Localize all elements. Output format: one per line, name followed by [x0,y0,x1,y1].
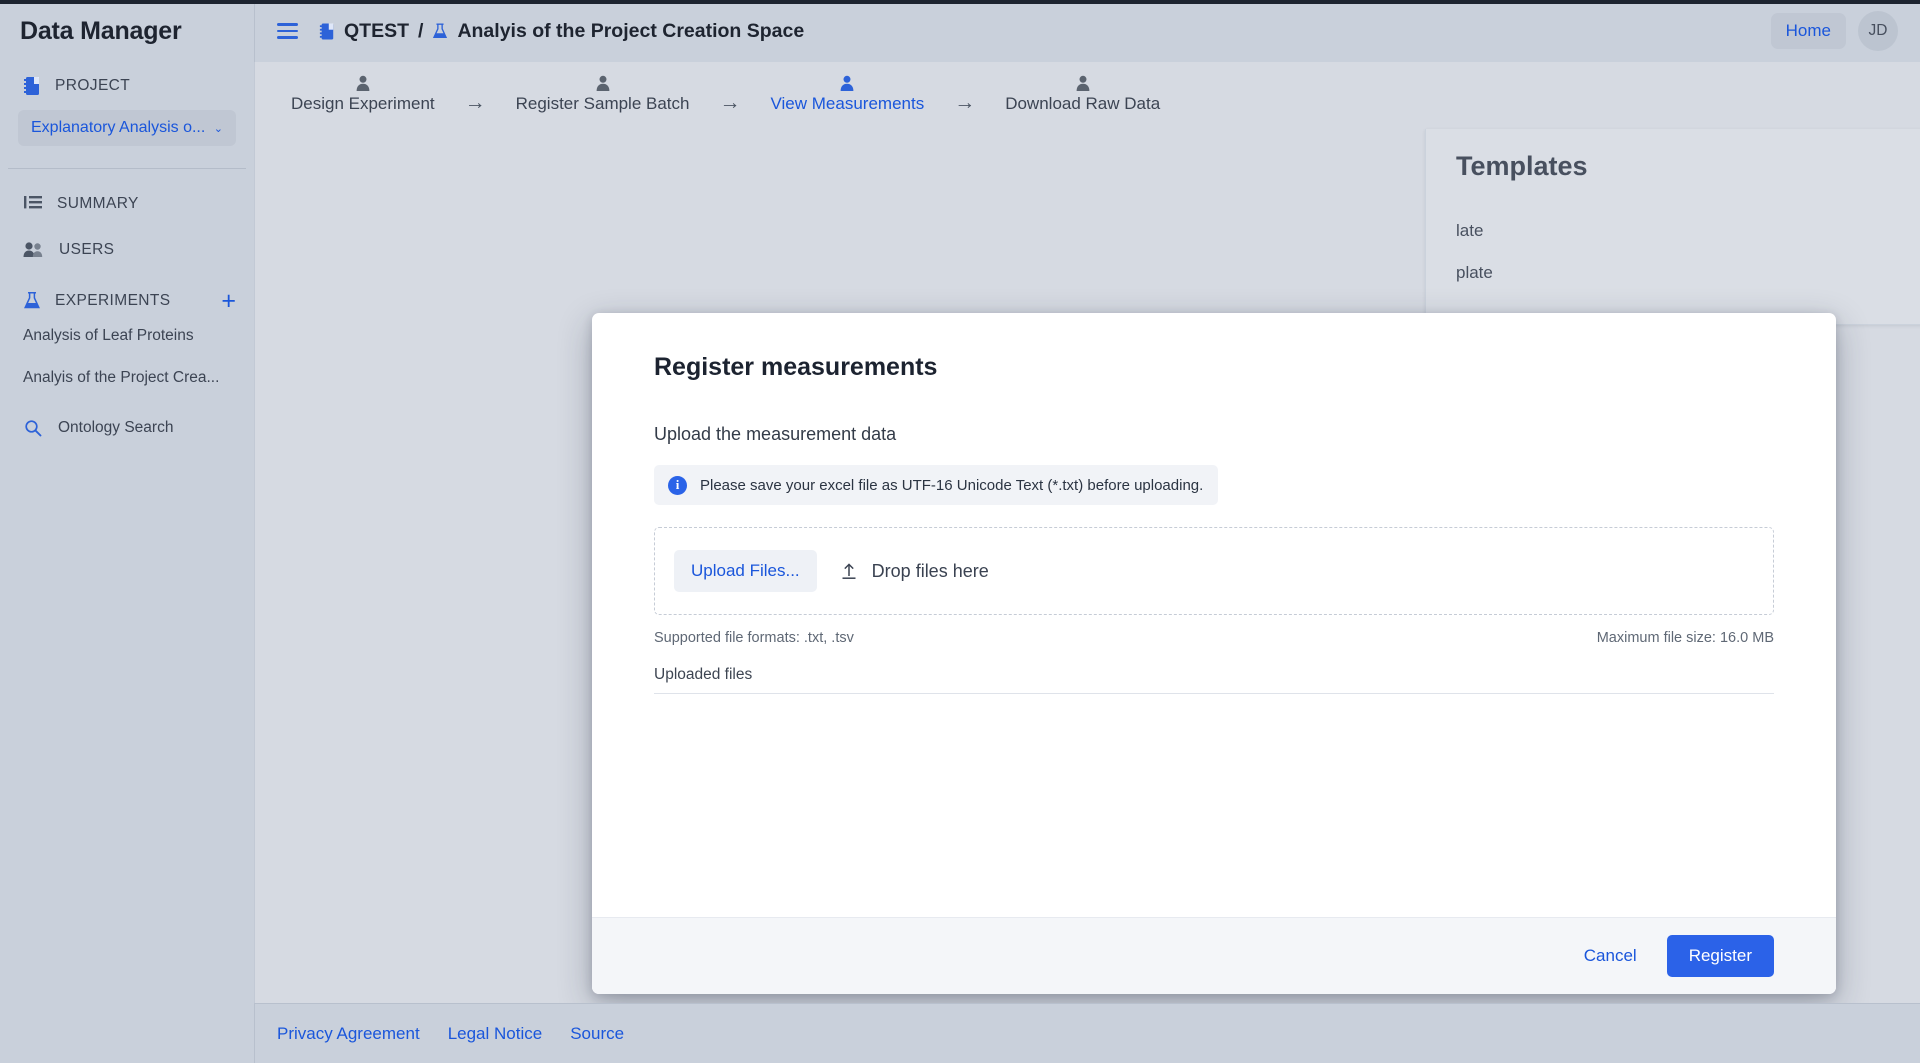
breadcrumb-project[interactable]: QTEST [344,20,409,43]
sidebar-item-summary-label: SUMMARY [57,195,139,213]
sidebar-divider [8,168,246,169]
dialog-subtitle: Upload the measurement data [654,424,1774,445]
person-icon [355,75,371,92]
step-view-measurements[interactable]: View Measurements [759,75,937,114]
home-button[interactable]: Home [1771,13,1846,49]
notebook-icon [319,22,335,41]
sidebar-experiments-label: EXPERIMENTS [55,292,171,310]
app-root: Data Manager PROJECT Explanatory Analys [0,0,1920,1063]
page-footer: Privacy Agreement Legal Notice Source [254,1003,1920,1063]
max-file-size-text: Maximum file size: 16.0 MB [1597,630,1774,646]
sidebar-project-header: PROJECT [18,72,236,100]
dropzone-meta: Supported file formats: .txt, .tsv Maxim… [654,630,1774,646]
flask-icon [23,291,41,311]
dialog-body: Register measurements Upload the measure… [592,313,1836,917]
sidebar: Data Manager PROJECT Explanatory Analys [0,0,254,1063]
app-brand: Data Manager [0,0,254,46]
sidebar-item-users[interactable]: USERS [18,227,236,273]
register-button[interactable]: Register [1667,935,1774,977]
step-arrow-icon: → [702,75,759,115]
avatar[interactable]: JD [1858,11,1898,51]
topbar: QTEST / Analyis of the Project Creation … [254,0,1920,62]
uploaded-files-header: Uploaded files [654,666,1774,694]
breadcrumb-experiment[interactable]: Analyis of the Project Creation Space [457,20,804,43]
sidebar-experiments-section: EXPERIMENTS + Analysis of Leaf Proteins … [0,287,254,449]
info-banner-text: Please save your excel file as UTF-16 Un… [700,477,1203,494]
drop-files-label: Drop files here [872,561,989,582]
step-label: Design Experiment [291,94,435,114]
upload-files-button[interactable]: Upload Files... [674,550,817,592]
sidebar-item-summary[interactable]: SUMMARY [18,181,236,227]
content-area: Templates late plate [254,127,1920,1003]
project-selector-value: Explanatory Analysis o... [31,119,205,137]
step-arrow-icon: → [447,75,504,115]
step-design-experiment[interactable]: Design Experiment [279,75,447,114]
main-area: QTEST / Analyis of the Project Creation … [254,0,1920,1063]
hamburger-icon[interactable] [277,23,298,38]
step-label: View Measurements [771,94,925,114]
sidebar-project-section: PROJECT Explanatory Analysis o... ⌄ [0,72,254,146]
step-label: Download Raw Data [1005,94,1160,114]
add-experiment-button[interactable]: + [221,289,236,314]
file-dropzone[interactable]: Upload Files... Drop files here [654,527,1774,615]
register-measurements-dialog: Register measurements Upload the measure… [592,313,1836,994]
step-download-raw-data[interactable]: Download Raw Data [993,75,1172,114]
legal-notice-link[interactable]: Legal Notice [448,1024,543,1044]
sidebar-experiment-item[interactable]: Analysis of Leaf Proteins [18,315,236,357]
upload-arrow-icon [839,561,859,581]
info-icon: i [668,476,687,495]
dialog-title: Register measurements [654,353,1774,382]
sidebar-experiment-item[interactable]: Analyis of the Project Crea... [18,357,236,399]
step-arrow-icon: → [936,75,993,115]
supported-formats-text: Supported file formats: .txt, .tsv [654,630,854,646]
person-icon [1075,75,1091,92]
summary-icon [23,195,43,213]
source-link[interactable]: Source [570,1024,624,1044]
person-icon [595,75,611,92]
info-banner: i Please save your excel file as UTF-16 … [654,465,1218,505]
privacy-agreement-link[interactable]: Privacy Agreement [277,1024,420,1044]
notebook-icon [23,76,41,96]
step-register-sample-batch[interactable]: Register Sample Batch [504,75,702,114]
sidebar-project-label: PROJECT [55,77,130,95]
project-selector[interactable]: Explanatory Analysis o... ⌄ [18,110,236,146]
users-icon [23,241,45,259]
step-label: Register Sample Batch [516,94,690,114]
sidebar-nav: SUMMARY USERS [0,181,254,273]
drop-files-hint: Drop files here [839,561,989,582]
flask-icon [432,22,448,41]
sidebar-item-users-label: USERS [59,241,114,259]
topbar-right: Home JD [1771,11,1898,51]
search-icon [24,419,42,437]
sidebar-item-ontology-search[interactable]: Ontology Search [18,407,236,449]
breadcrumb-separator: / [418,20,423,43]
dialog-footer: Cancel Register [592,917,1836,994]
chevron-down-icon: ⌄ [214,122,223,135]
person-icon [839,75,855,92]
window-top-bar [0,0,1920,4]
breadcrumb: QTEST / Analyis of the Project Creation … [319,20,804,43]
cancel-button[interactable]: Cancel [1568,936,1653,976]
sidebar-experiments-header: EXPERIMENTS + [18,287,236,315]
sidebar-ontology-label: Ontology Search [58,419,173,437]
workflow-steps: Design Experiment → Register Sample Batc… [254,62,1920,127]
